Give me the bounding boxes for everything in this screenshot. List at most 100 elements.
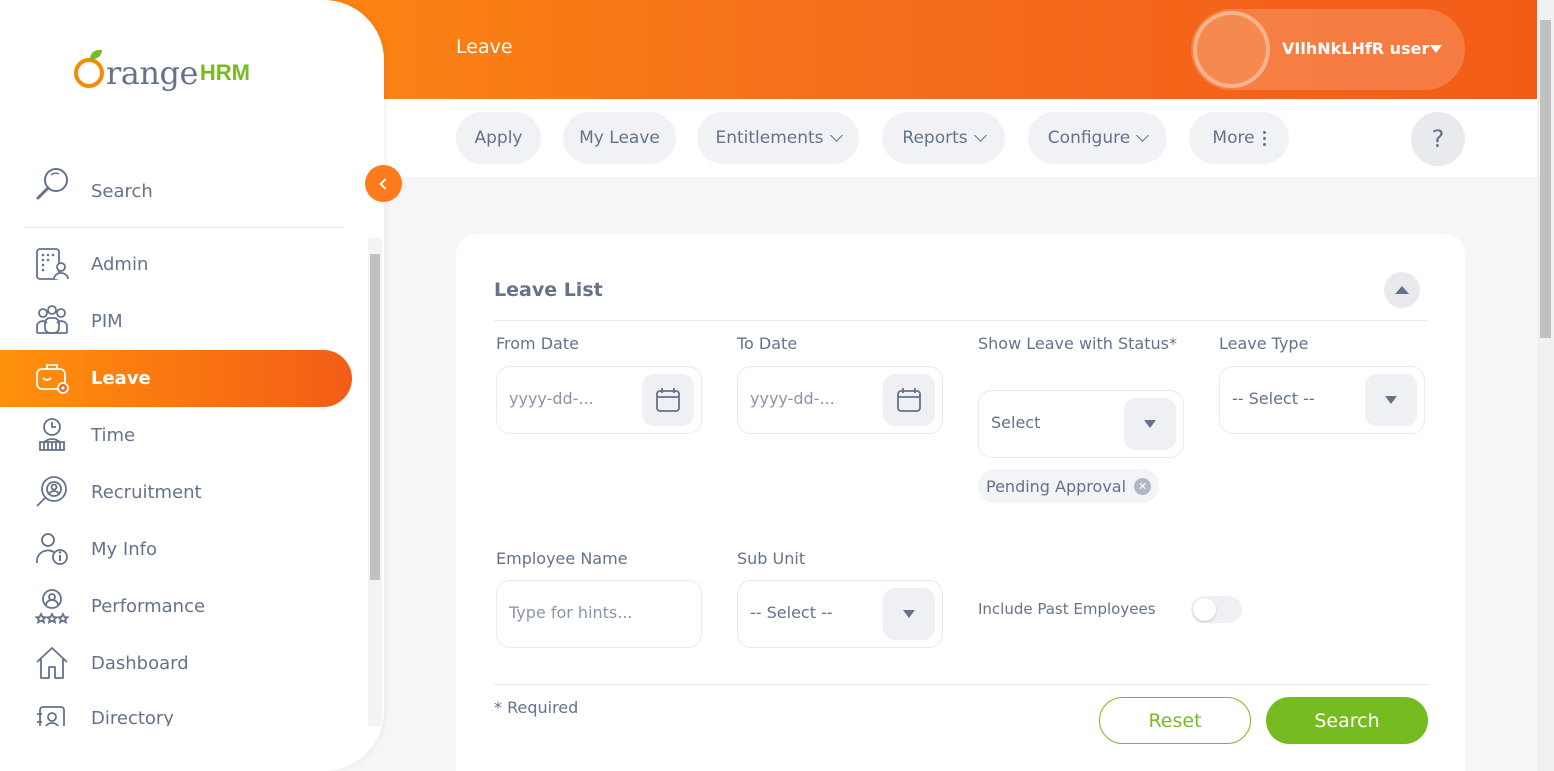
nav-entitlements[interactable]: Entitlements <box>697 112 859 164</box>
leave-type-select[interactable]: -- Select -- <box>1219 366 1425 434</box>
status-label: Show Leave with Status* <box>978 334 1177 353</box>
directory-icon <box>34 704 70 726</box>
sidebar-item-directory[interactable]: Directory <box>0 692 352 726</box>
user-name[interactable]: VIlhNkLHfR user <box>1282 39 1429 58</box>
card-title: Leave List <box>494 279 603 301</box>
nav-reports-label: Reports <box>902 128 968 148</box>
include-past-employees-label: Include Past Employees <box>978 600 1156 618</box>
sidebar-item-performance[interactable]: Performance <box>0 578 352 635</box>
calendar-icon[interactable] <box>642 374 694 426</box>
nav-apply[interactable]: Apply <box>456 112 541 164</box>
sidebar-item-my-info[interactable]: My Info <box>0 521 352 578</box>
leave-type-value: -- Select -- <box>1232 389 1315 408</box>
chevron-down-icon <box>1136 129 1150 142</box>
sidebar-search[interactable]: Search <box>24 164 344 228</box>
search-button[interactable]: Search <box>1266 697 1428 744</box>
collapse-sidebar-button[interactable] <box>365 165 402 202</box>
employee-name-label: Employee Name <box>496 549 628 568</box>
nav-configure-label: Configure <box>1047 128 1131 148</box>
nav-my-leave[interactable]: My Leave <box>563 112 676 164</box>
dashboard-icon <box>34 645 70 681</box>
my-info-icon <box>34 531 70 567</box>
status-chip: Pending Approval ✕ <box>978 469 1160 503</box>
orangehrm-logo[interactable]: range HRM <box>74 48 250 98</box>
chevron-down-icon <box>973 129 987 142</box>
sidebar-item-label: Admin <box>91 254 149 275</box>
page-scrollbar-thumb[interactable] <box>1540 20 1551 338</box>
sub-unit-label: Sub Unit <box>737 549 806 568</box>
caret-down-icon <box>903 610 915 618</box>
sidebar-search-label: Search <box>91 181 153 202</box>
from-date-placeholder: yyyy-dd-... <box>509 389 594 408</box>
sidebar-item-label: Recruitment <box>91 482 202 503</box>
nav-reports[interactable]: Reports <box>882 112 1005 164</box>
nav-configure[interactable]: Configure <box>1028 112 1167 164</box>
divider <box>494 320 1428 321</box>
pim-icon <box>34 303 70 339</box>
leave-icon <box>34 360 70 396</box>
sidebar: range HRM Search Admin PIM Leave Time Re… <box>0 0 384 771</box>
time-icon <box>34 417 70 453</box>
sidebar-scrollbar[interactable] <box>368 238 382 726</box>
user-menu[interactable]: VIlhNkLHfR user <box>1191 9 1465 90</box>
page-title: Leave <box>456 36 513 58</box>
to-date-label: To Date <box>737 334 798 353</box>
dropdown-button[interactable] <box>1365 374 1417 426</box>
sidebar-item-recruitment[interactable]: Recruitment <box>0 464 352 521</box>
caret-down-icon[interactable] <box>1430 45 1442 53</box>
dropdown-button[interactable] <box>883 588 935 640</box>
sidebar-item-leave[interactable]: Leave <box>0 350 352 407</box>
chevron-down-icon <box>829 129 843 142</box>
user-avatar[interactable] <box>1193 11 1270 88</box>
sidebar-item-time[interactable]: Time <box>0 407 352 464</box>
logo-hrm-text: HRM <box>199 60 251 85</box>
sidebar-item-label: My Info <box>91 539 157 560</box>
collapse-filter-button[interactable] <box>1384 272 1420 308</box>
nav-more-label: More <box>1212 128 1255 148</box>
top-nav: Apply My Leave Entitlements Reports Conf… <box>384 99 1537 177</box>
logo-text: range <box>106 54 198 92</box>
caret-down-icon <box>1144 420 1156 428</box>
search-icon <box>34 166 72 208</box>
include-past-employees-toggle[interactable] <box>1191 596 1242 623</box>
sidebar-item-label: Directory <box>91 708 174 726</box>
nav-more[interactable]: More <box>1189 112 1289 164</box>
admin-icon <box>34 246 70 282</box>
sidebar-item-label: Performance <box>91 596 206 617</box>
reset-button[interactable]: Reset <box>1099 697 1251 744</box>
sidebar-item-dashboard[interactable]: Dashboard <box>0 635 352 692</box>
toggle-knob <box>1193 598 1216 621</box>
sidebar-item-label: Time <box>91 425 136 446</box>
employee-name-input[interactable]: Type for hints... <box>496 580 702 648</box>
sub-unit-value: -- Select -- <box>750 603 833 622</box>
status-select[interactable]: Select <box>978 390 1184 458</box>
recruitment-icon <box>34 474 70 510</box>
help-button[interactable]: ? <box>1411 112 1465 166</box>
status-select-value: Select <box>991 413 1041 432</box>
from-date-label: From Date <box>496 334 579 353</box>
dropdown-button[interactable] <box>1124 398 1176 450</box>
calendar-icon[interactable] <box>883 374 935 426</box>
page-scrollbar[interactable] <box>1537 0 1554 771</box>
required-note: * Required <box>494 698 579 717</box>
caret-up-icon <box>1395 286 1409 294</box>
sidebar-item-admin[interactable]: Admin <box>0 236 352 293</box>
sub-unit-select[interactable]: -- Select -- <box>737 580 943 648</box>
logo-orange-icon <box>74 50 104 88</box>
sidebar-scrollbar-thumb[interactable] <box>370 254 380 580</box>
status-chip-label: Pending Approval <box>986 476 1127 496</box>
from-date-input[interactable]: yyyy-dd-... <box>496 366 702 434</box>
performance-icon <box>34 588 70 625</box>
to-date-placeholder: yyyy-dd-... <box>750 389 835 408</box>
to-date-input[interactable]: yyyy-dd-... <box>737 366 943 434</box>
remove-chip-icon[interactable]: ✕ <box>1134 477 1152 495</box>
sidebar-item-pim[interactable]: PIM <box>0 293 352 350</box>
employee-name-placeholder: Type for hints... <box>509 603 633 622</box>
caret-down-icon <box>1385 396 1397 404</box>
sidebar-item-label: PIM <box>91 311 123 332</box>
leave-type-label: Leave Type <box>1219 334 1309 353</box>
divider <box>494 684 1428 685</box>
sidebar-item-label: Leave <box>91 368 151 389</box>
leave-list-card: Leave List From Date yyyy-dd-... To Date… <box>456 234 1465 771</box>
chevron-left-icon <box>379 177 391 190</box>
